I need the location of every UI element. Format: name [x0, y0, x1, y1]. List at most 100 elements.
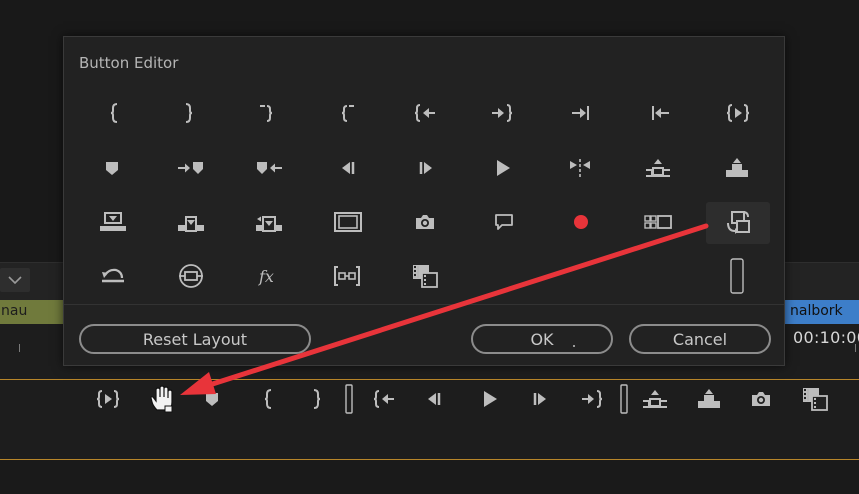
grid-button-multi-camera[interactable]: [635, 203, 681, 241]
grid-button-play[interactable]: [479, 149, 525, 187]
grid-button-mark-out[interactable]: [165, 94, 211, 132]
comparison-view-icon: [800, 385, 830, 413]
lift-icon: [641, 387, 669, 411]
grid-button-go-to-next-marker[interactable]: [168, 149, 214, 187]
transport-button-lift[interactable]: [638, 382, 672, 416]
grid-button-extract[interactable]: [714, 149, 760, 187]
transport-button-play-in-to-out[interactable]: [91, 382, 125, 416]
grid-button-safe-margins[interactable]: [325, 203, 371, 241]
go-to-in-icon: [413, 101, 437, 125]
svg-text:fx: fx: [258, 267, 274, 286]
play-in-to-out-icon: [726, 101, 750, 125]
timeline-panel: [0, 460, 859, 494]
transport-button-export-frame[interactable]: [744, 382, 778, 416]
add-marker-icon: [200, 387, 224, 411]
go-to-next-edit-icon: [569, 101, 593, 125]
ok-button-focus-dot: [573, 345, 575, 347]
grid-button-play-around[interactable]: [557, 149, 603, 187]
spacer-icon: [344, 384, 354, 414]
go-to-previous-marker-icon: [254, 156, 284, 180]
insert-icon: [176, 210, 206, 234]
hand-cursor-icon: [148, 384, 178, 414]
transport-button-go-to-in[interactable]: [367, 382, 401, 416]
spacer-icon: [729, 258, 745, 294]
grid-button-insert[interactable]: [168, 203, 214, 241]
replace-icon: [254, 210, 284, 234]
safe-margins-icon: [333, 210, 363, 234]
grid-button-overwrite[interactable]: [90, 203, 136, 241]
grid-button-add-marker[interactable]: [89, 149, 135, 187]
grid-button-comment[interactable]: [481, 203, 527, 241]
grid-button-lift[interactable]: [635, 149, 681, 187]
transport-button-step-forward[interactable]: [523, 382, 557, 416]
ruler-tick: [855, 344, 856, 352]
effects-toggle-icon: fx: [254, 264, 282, 288]
grid-button-spacer[interactable]: [714, 257, 760, 295]
lift-icon: [644, 156, 672, 180]
go-to-in-icon: [372, 387, 396, 411]
transport-button-go-to-out[interactable]: [575, 382, 609, 416]
transport-button-extract[interactable]: [692, 382, 726, 416]
grid-button-toggle-proxies[interactable]: [706, 202, 770, 244]
transport-button-comparison-view[interactable]: [798, 382, 832, 416]
toggle-proxies-icon: [723, 209, 753, 237]
trim-icon: [332, 264, 362, 288]
loop-icon: [99, 264, 127, 288]
ok-button[interactable]: OK: [471, 324, 613, 354]
mark-clip-out-icon: [335, 101, 359, 125]
go-to-out-icon: [490, 101, 514, 125]
sequence-clip-left-label: nau: [1, 303, 28, 319]
view-dropdown[interactable]: [0, 268, 30, 292]
grid-button-mark-in[interactable]: [92, 94, 138, 132]
play-icon: [477, 387, 501, 411]
grid-button-effects-toggle[interactable]: fx: [245, 257, 291, 295]
grid-button-go-to-previous-edit[interactable]: [637, 94, 683, 132]
dialog-divider: [64, 304, 784, 305]
transport-button-spacer[interactable]: [607, 382, 641, 416]
grid-button-comparison-view[interactable]: [402, 257, 448, 295]
timecode-display[interactable]: 00:10:00: [793, 328, 859, 347]
transport-button-step-back[interactable]: [417, 382, 451, 416]
step-forward-icon: [414, 156, 438, 180]
grid-button-go-to-next-edit[interactable]: [558, 94, 604, 132]
export-frame-icon: [413, 210, 437, 234]
grid-button-play-in-to-out[interactable]: [715, 94, 761, 132]
cancel-button[interactable]: Cancel: [629, 324, 771, 354]
transport-button-play[interactable]: [472, 382, 506, 416]
grid-button-vr-video[interactable]: [168, 257, 214, 295]
grid-button-trim[interactable]: [324, 257, 370, 295]
transport-button-hand-cursor[interactable]: [146, 382, 180, 416]
button-editor-dialog: Button Editor fx Reset Layout OK Cancel: [63, 36, 785, 366]
grid-button-step-back[interactable]: [325, 149, 371, 187]
sequence-clip-right[interactable]: nalbork: [784, 300, 859, 324]
mark-clip-in-icon: [255, 101, 279, 125]
reset-layout-button[interactable]: Reset Layout: [79, 324, 311, 354]
play-in-to-out-icon: [96, 387, 120, 411]
multi-camera-icon: [643, 210, 673, 234]
vr-video-icon: [176, 263, 206, 289]
transport-controls: [82, 382, 842, 418]
transport-button-add-marker[interactable]: [195, 382, 229, 416]
grid-button-step-forward[interactable]: [403, 149, 449, 187]
export-frame-icon: [749, 387, 773, 411]
transport-button-spacer[interactable]: [332, 382, 366, 416]
grid-button-export-frame[interactable]: [402, 203, 448, 241]
extract-icon: [723, 156, 751, 180]
grid-button-replace[interactable]: [246, 203, 292, 241]
chevron-down-icon: [8, 276, 22, 284]
grid-button-mark-clip-in[interactable]: [244, 94, 290, 132]
grid-button-loop[interactable]: [90, 257, 136, 295]
transport-button-mark-in[interactable]: [252, 382, 286, 416]
sequence-clip-left[interactable]: nau: [0, 300, 64, 324]
ruler-tick: [19, 344, 20, 352]
transport-button-mark-out[interactable]: [299, 382, 333, 416]
comment-icon: [492, 210, 516, 234]
grid-button-go-to-previous-marker[interactable]: [246, 149, 292, 187]
grid-button-go-to-in[interactable]: [402, 94, 448, 132]
grid-button-mark-clip-out[interactable]: [324, 94, 370, 132]
grid-button-record[interactable]: [558, 203, 604, 241]
add-marker-icon: [100, 156, 124, 180]
mark-in-icon: [257, 387, 281, 411]
step-back-icon: [422, 387, 446, 411]
grid-button-go-to-out[interactable]: [479, 94, 525, 132]
